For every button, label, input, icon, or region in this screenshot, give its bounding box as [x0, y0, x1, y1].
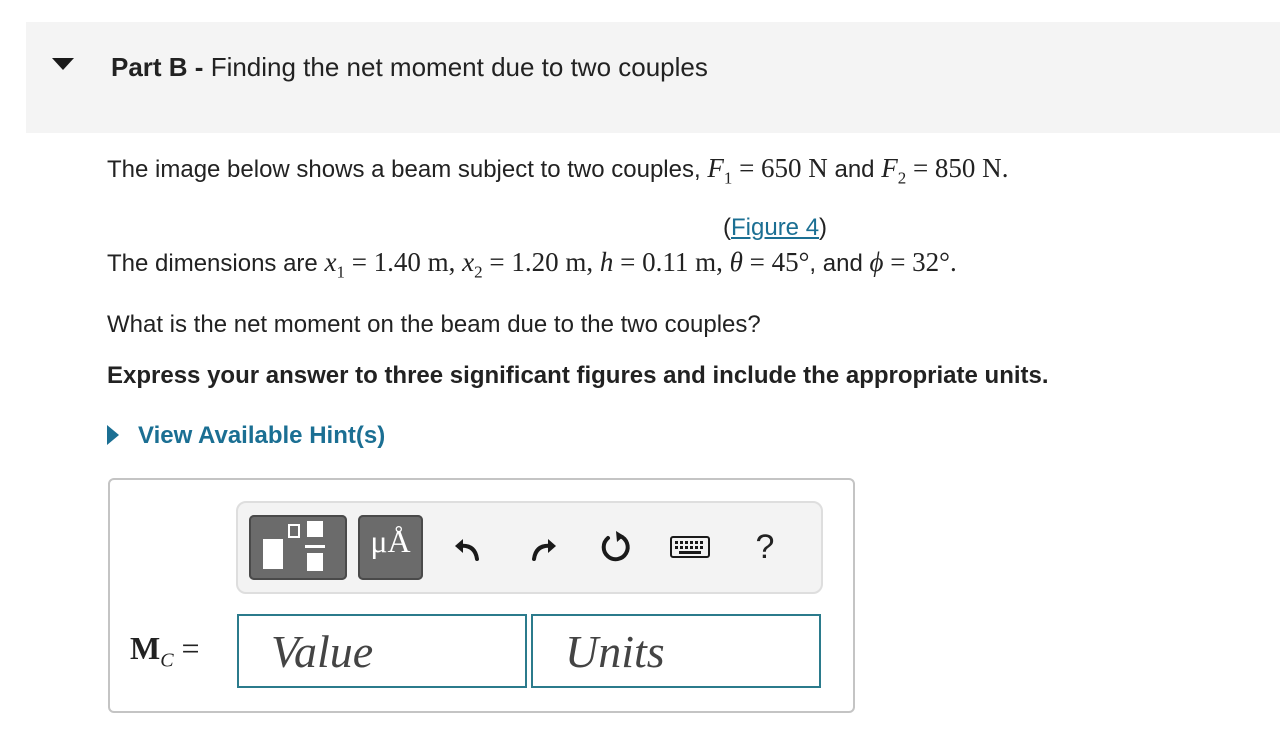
units-button[interactable]: μÅ: [358, 515, 423, 580]
x2-subscript: 2: [474, 262, 483, 282]
force-f1: F1 = 650 N: [707, 153, 828, 187]
reset-icon: [601, 531, 630, 562]
answer-label-eq: =: [173, 630, 200, 666]
f1-symbol: F: [707, 153, 724, 183]
collapse-caret-icon[interactable]: [52, 58, 74, 70]
dim-theta: θ = 45°: [730, 247, 810, 277]
intro-period: .: [1001, 153, 1009, 183]
part-title-text: Finding the net moment due to two couple…: [210, 52, 708, 82]
h-value: = 0.11 m,: [613, 247, 730, 277]
redo-button[interactable]: [524, 526, 564, 568]
help-icon: ?: [755, 527, 775, 566]
figure-link-open: (: [723, 214, 731, 241]
redo-icon: [532, 539, 556, 561]
x2-symbol: x: [462, 247, 475, 277]
f1-value: = 650 N: [732, 153, 828, 183]
figure-link[interactable]: Figure 4: [731, 214, 819, 241]
templates-button[interactable]: [249, 515, 347, 580]
figure-link-wrapper: (Figure 4): [723, 214, 827, 242]
phi-symbol: ϕ: [869, 247, 884, 277]
help-button[interactable]: ?: [745, 526, 785, 568]
question-text: What is the net moment on the beam due t…: [107, 311, 761, 338]
x2-value: = 1.20 m,: [482, 247, 600, 277]
answer-label-main: M: [130, 630, 161, 666]
dims-intro: The dimensions are: [107, 250, 325, 277]
value-field[interactable]: [237, 614, 527, 688]
dims-period: .: [949, 247, 957, 277]
force-f2: F2 = 850 N: [881, 153, 1002, 187]
dim-h: h = 0.11 m,: [600, 247, 730, 277]
dims-and-text: , and: [809, 250, 870, 277]
answer-label: MC =: [130, 630, 200, 672]
answer-label-sub: C: [160, 649, 174, 672]
intro-text: The image below shows a beam subject to …: [107, 156, 708, 183]
theta-symbol: θ: [729, 247, 743, 277]
reset-button[interactable]: [596, 526, 636, 568]
x1-value: = 1.40 m,: [344, 247, 463, 277]
f2-value: = 850 N: [906, 153, 1002, 183]
undo-icon: [455, 539, 479, 561]
units-field[interactable]: [531, 614, 821, 688]
part-label: Part B: [111, 52, 188, 82]
h-symbol: h: [599, 247, 614, 277]
x1-symbol: x: [324, 247, 337, 277]
value-input[interactable]: [239, 616, 525, 686]
view-hints-link[interactable]: View Available Hint(s): [107, 422, 385, 450]
theta-value: = 45°: [742, 247, 810, 277]
keyboard-icon: [670, 536, 710, 558]
x1-subscript: 1: [336, 262, 345, 282]
figure-link-close: ): [819, 214, 828, 241]
expand-caret-icon: [107, 424, 119, 445]
view-hints-label: View Available Hint(s): [138, 422, 386, 449]
problem-intro: The image below shows a beam subject to …: [107, 153, 1008, 188]
part-title: Part B - Finding the net moment due to t…: [111, 52, 708, 83]
dim-x1: x1 = 1.40 m,: [324, 247, 463, 281]
units-input[interactable]: [533, 616, 819, 686]
dim-phi: ϕ = 32°: [869, 247, 950, 277]
phi-value: = 32°: [883, 247, 950, 277]
undo-button[interactable]: [447, 526, 487, 568]
part-separator: -: [187, 52, 211, 82]
and-text: and: [827, 156, 882, 183]
instruction-text: Express your answer to three significant…: [107, 362, 1049, 389]
f2-subscript: 2: [897, 168, 907, 188]
templates-icon: [263, 521, 325, 571]
keyboard-button[interactable]: [669, 526, 711, 568]
dimensions-line: The dimensions are x1 = 1.40 m, x2 = 1.2…: [107, 247, 957, 282]
dim-x2: x2 = 1.20 m,: [462, 247, 600, 281]
f2-symbol: F: [881, 153, 898, 183]
units-icon: μÅ: [370, 523, 411, 559]
